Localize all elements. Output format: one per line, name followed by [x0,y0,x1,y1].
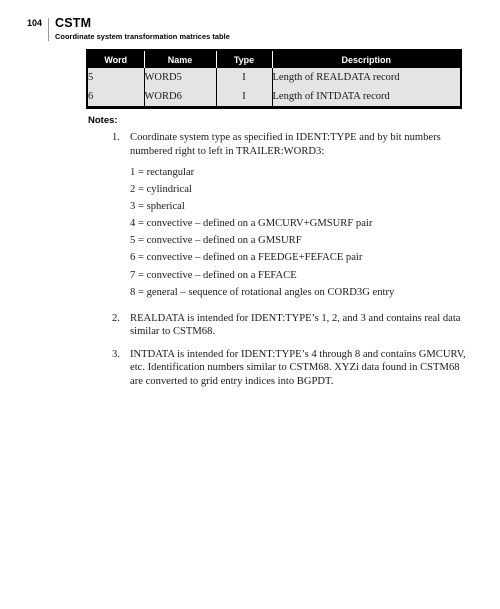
header-text-group: CSTM Coordinate system transformation ma… [55,17,230,42]
page-title: CSTM [55,16,92,30]
table-row: 6 WORD6 I Length of INTDATA record [88,87,460,108]
notes-heading: Notes: [88,115,118,126]
header-divider [48,18,50,41]
type-list-item: 3 = spherical [130,201,185,213]
cell-name: WORD6 [143,87,216,108]
type-list-item: 7 = convective – defined on a FEFACE [130,269,297,281]
coordinate-type-list: 1 = rectangular 2 = cylindrical 3 = sphe… [130,166,472,299]
note-number: 1. [112,132,120,143]
note-content: INTDATA is intended for IDENT:TYPE’s 4 t… [130,348,466,387]
page-header: 104 CSTM Coordinate system transformatio… [27,17,230,42]
note-content: Coordinate system type as specified in I… [130,131,472,303]
notes-list: 1. Coordinate system type as specified i… [112,131,472,397]
table-header-row: Word Name Type Description [88,51,460,68]
note-number: 3. [112,348,120,360]
cell-type: I [215,68,272,87]
document-page: 104 CSTM Coordinate system transformatio… [0,0,500,609]
type-list-item: 4 = convective – defined on a GMCURV+GMS… [130,218,373,230]
column-header-name: Name [143,51,216,68]
table-row: 5 WORD5 I Length of REALDATA record [88,68,460,87]
cell-name: WORD5 [143,68,216,87]
type-list-item: 8 = general – sequence of rotational ang… [130,286,395,298]
type-list-item: 5 = convective – defined on a GMSURF [130,235,302,247]
column-header-word: Word [88,51,144,68]
note-number: 2. [112,312,120,324]
cell-type: I [215,87,272,108]
list-item: 3. INTDATA is intended for IDENT:TYPE’s … [112,348,472,389]
page-subtitle: Coordinate system transformation matrice… [55,32,230,41]
cell-word: 6 [88,87,144,108]
page-number: 104 [27,18,43,28]
column-header-type: Type [215,51,272,68]
note-text: Coordinate system type as specified in I… [130,132,441,157]
list-item: 1. Coordinate system type as specified i… [112,131,472,303]
column-header-description: Description [271,51,460,68]
list-item: 2. REALDATA is intended for IDENT:TYPE’s… [112,312,472,339]
cell-word: 5 [88,68,144,87]
cell-description: Length of INTDATA record [271,87,460,108]
type-list-item: 1 = rectangular [130,167,195,178]
note-content: REALDATA is intended for IDENT:TYPE’s 1,… [130,312,461,338]
cell-description: Length of REALDATA record [271,68,460,87]
type-list-item: 2 = cylindrical [130,184,192,196]
type-list-item: 6 = convective – defined on a FEEDGE+FEF… [130,252,363,264]
cstm-word-table: Word Name Type Description 5 WORD5 I Len… [88,51,460,108]
